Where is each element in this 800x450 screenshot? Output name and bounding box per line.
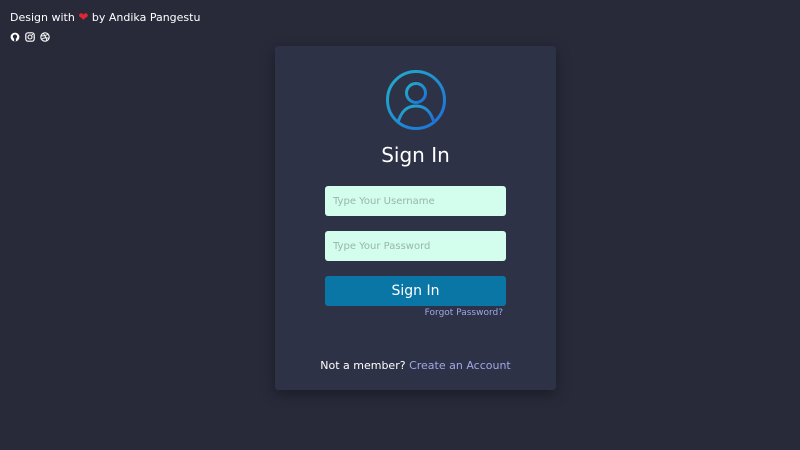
credit-line: Design with ❤ by Andika Pangestu xyxy=(10,10,200,25)
username-input[interactable] xyxy=(325,186,506,216)
sign-in-button[interactable]: Sign In xyxy=(325,276,506,306)
sign-in-card: Sign In Sign In Forgot Password? Not a m… xyxy=(275,46,556,390)
dribbble-icon[interactable] xyxy=(40,27,50,42)
signup-prompt: Not a member? Create an Account xyxy=(275,359,556,372)
social-links xyxy=(10,27,50,42)
heart-icon: ❤ xyxy=(78,10,89,24)
github-icon[interactable] xyxy=(10,27,20,42)
user-avatar-icon xyxy=(386,70,446,130)
create-account-link[interactable]: Create an Account xyxy=(409,359,511,372)
credit-prefix: Design with xyxy=(10,11,75,24)
password-input[interactable] xyxy=(325,231,506,261)
forgot-password-link[interactable]: Forgot Password? xyxy=(425,308,503,318)
member-text: Not a member? xyxy=(320,359,406,372)
page-title: Sign In xyxy=(381,143,450,167)
credit-suffix: by Andika Pangestu xyxy=(91,11,201,24)
instagram-icon[interactable] xyxy=(25,27,35,42)
